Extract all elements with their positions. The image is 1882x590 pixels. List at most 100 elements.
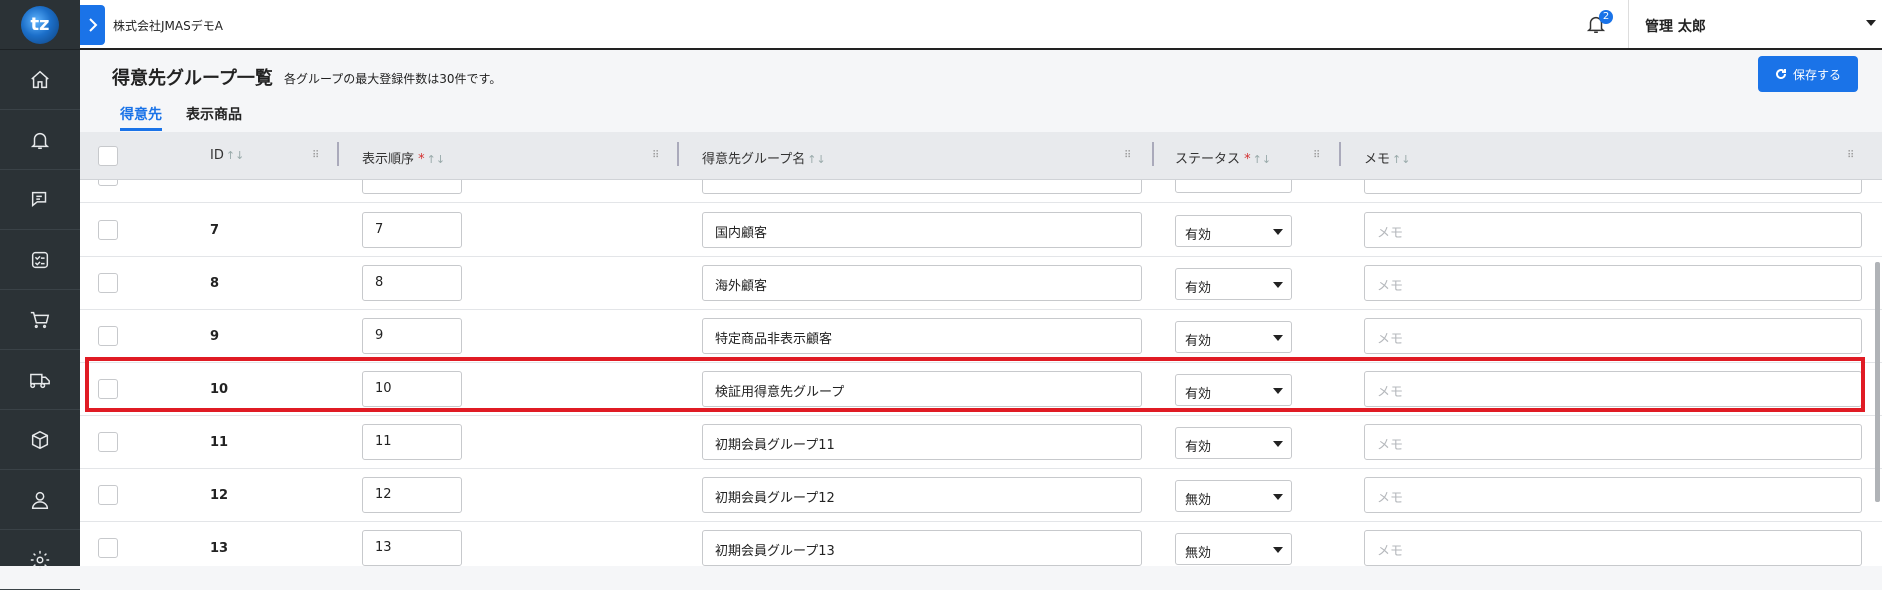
nav-settings[interactable] [0,530,80,590]
row-checkbox[interactable] [98,485,118,505]
table-row: 7 7 国内顧客 有効 メモ [80,204,1882,257]
row-checkbox[interactable] [98,273,118,293]
memo-input[interactable]: メモ [1364,424,1862,460]
row-id: 9 [210,329,220,344]
sort-icon[interactable]: ↑↓ [226,149,244,162]
column-header-name[interactable]: 得意先グループ名 ↑↓ [702,148,826,167]
bell-icon [30,132,50,149]
group-name-input[interactable]: 特定商品非表示顧客 [702,318,1142,354]
app-logo[interactable]: tz [0,0,80,50]
column-label: 得意先グループ名 [702,152,806,167]
status-select[interactable]: 有効 [1175,374,1292,406]
group-name-input[interactable]: 初期会員グループ11 [702,424,1142,460]
status-select[interactable]: 無効 [1175,480,1292,512]
sort-icon[interactable]: ↑↓ [427,153,445,166]
row-checkbox[interactable] [98,432,118,452]
order-input[interactable]: 10 [362,371,462,407]
tab-display-products[interactable]: 表示商品 [186,104,242,128]
group-name-input[interactable]: 初期会員グループ12 [702,477,1142,513]
column-menu-icon[interactable]: ⠿ [312,150,319,161]
page-title: 得意先グループ一覧 [112,68,273,89]
memo-input[interactable]: メモ [1364,212,1862,248]
nav-messages[interactable] [0,170,80,230]
notification-badge: 2 [1599,10,1613,24]
notification-button[interactable]: 2 [1585,10,1613,40]
column-menu-icon[interactable]: ⠿ [1124,150,1131,161]
scrollbar[interactable] [1875,262,1880,502]
memo-input[interactable]: メモ [1364,477,1862,513]
chevron-down-icon [1273,282,1283,288]
row-id: 8 [210,276,220,291]
row-checkbox[interactable] [98,326,118,346]
save-button-label: 保存する [1792,67,1841,82]
row-checkbox[interactable] [98,379,118,399]
sidebar: tz [0,0,80,590]
user-menu[interactable]: 管理 太郎 [1645,16,1706,36]
column-resize-handle[interactable] [677,142,679,166]
table-row: 10 10 検証用得意先グループ 有効 メモ [80,363,1882,416]
logo-mark: tz [21,5,59,44]
row-id: 12 [210,488,229,503]
tab-customers[interactable]: 得意先 [120,104,162,131]
column-resize-handle[interactable] [337,142,339,166]
table-row: 11 11 初期会員グループ11 有効 メモ [80,416,1882,469]
status-select[interactable]: 有効 [1175,321,1292,353]
nav-users[interactable] [0,470,80,530]
column-menu-icon[interactable]: ⠿ [1313,150,1320,161]
status-value: 無効 [1185,493,1212,508]
group-name-input[interactable]: 検証用得意先グループ [702,371,1142,407]
column-label: 表示順序 [362,152,415,167]
memo-input[interactable]: メモ [1364,318,1862,354]
order-input[interactable]: 13 [362,530,462,566]
sort-icon[interactable]: ↑↓ [807,153,825,166]
nav-orders[interactable] [0,290,80,350]
memo-input[interactable]: メモ [1364,530,1862,566]
column-menu-icon[interactable]: ⠿ [1847,150,1854,161]
nav-tasks[interactable] [0,230,80,290]
row-checkbox[interactable] [98,538,118,558]
column-header-order[interactable]: 表示順序 * ↑↓ [362,148,445,167]
chevron-down-icon[interactable] [1866,20,1876,26]
order-input[interactable]: 9 [362,318,462,354]
sort-icon[interactable]: ↑↓ [1253,153,1271,166]
status-select[interactable]: 有効 [1175,268,1292,300]
column-resize-handle[interactable] [1339,142,1341,166]
gear-icon [30,550,50,569]
status-select[interactable]: 無効 [1175,533,1292,565]
column-header-id[interactable]: ID ↑↓ [210,148,244,163]
column-resize-handle[interactable] [1152,142,1154,166]
sort-icon[interactable]: ↑↓ [1392,153,1410,166]
select-all-checkbox[interactable] [98,146,118,166]
status-select[interactable]: 有効 [1175,427,1292,459]
customer-group-table: ID ↑↓ ⠿ 表示順序 * ↑↓ ⠿ 得意先グループ名 ↑↓ ⠿ ステータス * ↑↓… [80,132,1882,566]
nav-shipping[interactable] [0,350,80,410]
nav-products[interactable] [0,410,80,470]
column-menu-icon[interactable]: ⠿ [652,150,659,161]
status-select[interactable]: 有効 [1175,215,1292,247]
column-header-status[interactable]: ステータス * ↑↓ [1175,148,1271,167]
group-name-input[interactable]: 海外顧客 [702,265,1142,301]
column-header-memo[interactable]: メモ ↑↓ [1364,148,1410,167]
memo-input[interactable]: メモ [1364,371,1862,407]
table-row: 13 13 初期会員グループ13 無効 メモ [80,522,1882,566]
column-label: ステータス [1175,152,1241,167]
nav-notifications[interactable] [0,110,80,170]
row-id: 10 [210,382,229,397]
group-name-input[interactable]: 初期会員グループ13 [702,530,1142,566]
memo-input[interactable]: メモ [1364,265,1862,301]
nav-home[interactable] [0,50,80,110]
truck-icon [30,373,50,388]
sidebar-expand-button[interactable] [80,5,105,45]
group-name-input[interactable]: 国内顧客 [702,212,1142,248]
order-input[interactable]: 8 [362,265,462,301]
save-button[interactable]: 保存する [1758,56,1858,92]
order-input[interactable]: 12 [362,477,462,513]
chat-icon [31,191,47,207]
save-icon [1776,69,1786,80]
row-checkbox[interactable] [98,220,118,240]
status-value: 無効 [1185,546,1212,561]
order-input[interactable]: 7 [362,212,462,248]
table-row: 8 8 海外顧客 有効 メモ [80,257,1882,310]
column-label: メモ [1364,152,1391,167]
order-input[interactable]: 11 [362,424,462,460]
